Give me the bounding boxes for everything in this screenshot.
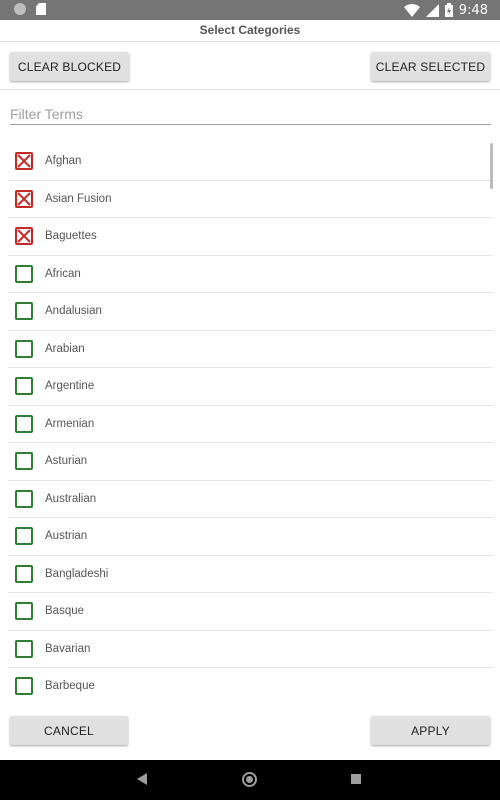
category-label: African <box>45 267 81 280</box>
category-row[interactable]: Argentine <box>8 368 493 406</box>
list-scrollbar[interactable] <box>490 143 493 189</box>
checkbox[interactable] <box>15 339 33 358</box>
category-list[interactable]: Afghan Asian Fusion Baguettes African Andalu… <box>0 143 500 705</box>
blocked-checkbox-icon[interactable] <box>15 227 33 246</box>
category-row[interactable]: Barbeque <box>8 668 493 705</box>
wifi-icon <box>403 3 420 17</box>
checkbox[interactable] <box>15 302 33 321</box>
category-row[interactable]: Bangladeshi <box>8 556 493 593</box>
category-label: Asturian <box>45 455 88 468</box>
checkbox[interactable] <box>15 264 33 283</box>
checkbox[interactable] <box>15 377 33 396</box>
clear-selected-button[interactable]: CLEAR SELECTED <box>371 52 490 81</box>
checkbox[interactable] <box>15 677 33 696</box>
battery-charging-icon <box>444 3 453 17</box>
category-label: Baguettes <box>45 230 97 243</box>
category-row[interactable]: Afghan <box>8 143 493 181</box>
signal-icon <box>425 3 439 17</box>
status-right: 9:48 <box>403 2 488 18</box>
apply-button[interactable]: APPLY <box>371 716 490 745</box>
blocked-checkbox-icon[interactable] <box>15 189 33 208</box>
category-row[interactable]: Andalusian <box>8 293 493 331</box>
category-row[interactable]: African <box>8 256 493 293</box>
status-left <box>14 3 46 15</box>
category-label: Austrian <box>45 530 88 543</box>
checkbox[interactable] <box>15 452 33 471</box>
category-label: Argentine <box>45 380 95 393</box>
blocked-checkbox-icon[interactable] <box>15 152 33 171</box>
category-label: Afghan <box>45 155 82 168</box>
category-row[interactable]: Austrian <box>8 518 493 556</box>
status-bar: 9:48 <box>0 0 500 20</box>
checkbox[interactable] <box>15 489 33 508</box>
category-label: Bavarian <box>45 642 91 655</box>
category-row[interactable]: Baguettes <box>8 218 493 256</box>
checkbox[interactable] <box>15 564 33 583</box>
dialog-title: Select Categories <box>0 20 500 42</box>
category-label: Basque <box>45 605 85 618</box>
category-label: Andalusian <box>45 305 102 318</box>
divider <box>0 89 500 90</box>
checkbox[interactable] <box>15 639 33 658</box>
category-label: Barbeque <box>45 680 95 693</box>
checkbox[interactable] <box>15 602 33 621</box>
category-label: Bangladeshi <box>45 567 109 580</box>
recents-icon[interactable] <box>351 774 361 784</box>
category-row[interactable]: Asian Fusion <box>8 181 493 218</box>
back-icon[interactable] <box>137 773 147 785</box>
circle-notification-icon <box>14 3 26 15</box>
status-time: 9:48 <box>458 2 488 18</box>
category-row[interactable]: Bavarian <box>8 631 493 668</box>
sd-card-icon <box>36 3 46 15</box>
filter-terms-input[interactable] <box>10 103 491 125</box>
category-row[interactable]: Arabian <box>8 331 493 368</box>
navigation-bar <box>0 760 500 800</box>
home-icon[interactable] <box>242 772 257 787</box>
category-row[interactable]: Basque <box>8 593 493 631</box>
category-row[interactable]: Asturian <box>8 443 493 481</box>
category-label: Asian Fusion <box>45 192 112 205</box>
category-label: Armenian <box>45 417 95 430</box>
category-label: Arabian <box>45 342 85 355</box>
category-row[interactable]: Armenian <box>8 406 493 443</box>
cancel-button[interactable]: CANCEL <box>10 716 128 745</box>
category-row[interactable]: Australian <box>8 481 493 518</box>
checkbox[interactable] <box>15 527 33 546</box>
category-label: Australian <box>45 492 97 505</box>
checkbox[interactable] <box>15 414 33 433</box>
clear-blocked-button[interactable]: CLEAR BLOCKED <box>10 52 129 81</box>
